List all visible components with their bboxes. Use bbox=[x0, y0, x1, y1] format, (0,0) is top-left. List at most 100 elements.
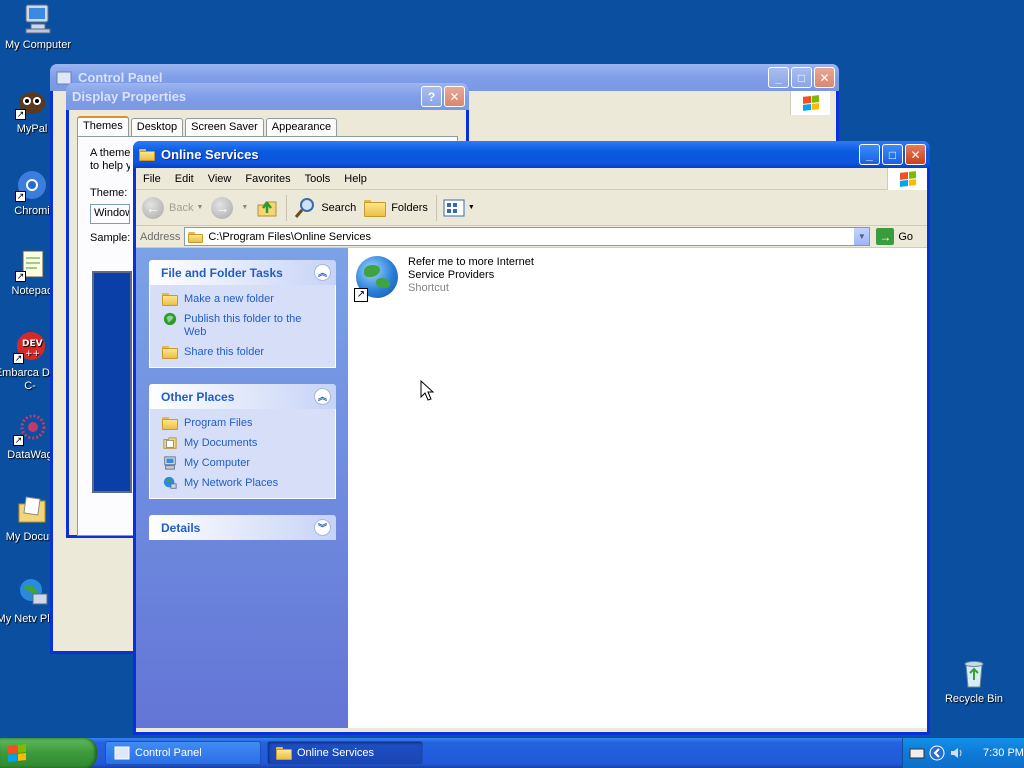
task-share-folder[interactable]: Share this folder bbox=[162, 346, 325, 359]
chevron-down-icon[interactable]: ︾ bbox=[314, 519, 331, 536]
file-folder-tasks-body: Make a new folder Publish this folder to… bbox=[149, 285, 336, 368]
other-places-panel: Other Places ︽ Program Files My Document… bbox=[149, 384, 336, 499]
file-item-isp-shortcut[interactable]: ↗ Refer me to more Internet Service Prov… bbox=[354, 256, 548, 302]
views-button[interactable]: ▼ bbox=[443, 199, 475, 217]
go-label: Go bbox=[898, 230, 913, 243]
taskbar-control-panel[interactable]: Control Panel bbox=[105, 741, 261, 765]
place-program-files[interactable]: Program Files bbox=[162, 417, 325, 430]
file-list-area[interactable]: ↗ Refer me to more Internet Service Prov… bbox=[348, 248, 927, 728]
maximize-button[interactable]: □ bbox=[882, 144, 903, 165]
place-my-network-places[interactable]: My Network Places bbox=[162, 476, 325, 490]
window-title: Display Properties bbox=[72, 89, 187, 104]
menu-favorites[interactable]: Favorites bbox=[238, 173, 297, 185]
back-label: Back bbox=[169, 201, 194, 214]
windows-logo-icon bbox=[8, 744, 26, 762]
menu-help[interactable]: Help bbox=[337, 173, 374, 185]
close-button[interactable]: ✕ bbox=[905, 144, 926, 165]
mouse-cursor-icon bbox=[420, 380, 434, 401]
details-header[interactable]: Details ︾ bbox=[149, 515, 336, 540]
minimize-button[interactable]: _ bbox=[859, 144, 880, 165]
folders-button[interactable]: Folders bbox=[364, 199, 428, 217]
panel-title: Details bbox=[161, 520, 201, 535]
up-folder-button[interactable] bbox=[256, 197, 278, 219]
volume-icon[interactable] bbox=[949, 745, 965, 761]
address-value: C:\Program Files\Online Services bbox=[208, 230, 371, 243]
place-my-computer[interactable]: My Computer bbox=[162, 456, 325, 470]
tab-appearance[interactable]: Appearance bbox=[265, 118, 338, 136]
task-make-new-folder[interactable]: Make a new folder bbox=[162, 293, 325, 306]
go-button[interactable]: → Go bbox=[876, 228, 913, 245]
menu-file[interactable]: File bbox=[136, 173, 168, 185]
chevron-down-icon: ▼ bbox=[467, 204, 475, 211]
file-folder-tasks-header[interactable]: File and Folder Tasks ︽ bbox=[149, 260, 336, 285]
back-arrow-icon: ← bbox=[142, 196, 164, 219]
clock[interactable]: 7:30 PM bbox=[983, 747, 1024, 759]
taskbar: Control Panel Online Services 7:30 PM bbox=[0, 738, 1024, 768]
chromium-icon: ↗ bbox=[15, 168, 49, 202]
computer-icon bbox=[164, 456, 176, 470]
close-button[interactable]: ✕ bbox=[444, 86, 465, 107]
folder-icon bbox=[276, 746, 292, 760]
shortcut-arrow-icon: ↗ bbox=[15, 271, 26, 282]
desktop-icon-my-computer[interactable]: My Computer bbox=[0, 2, 76, 52]
menu-view[interactable]: View bbox=[201, 173, 239, 185]
back-button[interactable]: ← Back ▼ bbox=[142, 196, 203, 219]
maximize-button[interactable]: □ bbox=[791, 67, 812, 88]
place-label: My Documents bbox=[184, 437, 258, 449]
close-button[interactable]: ✕ bbox=[814, 67, 835, 88]
other-places-body: Program Files My Documents My Computer M… bbox=[149, 409, 336, 499]
place-label: Program Files bbox=[184, 417, 253, 429]
internet-globe-icon: ↗ bbox=[354, 256, 398, 302]
new-folder-icon bbox=[162, 292, 178, 306]
minimize-button[interactable]: _ bbox=[768, 67, 789, 88]
place-my-documents[interactable]: My Documents bbox=[162, 437, 325, 450]
task-label: Make a new folder bbox=[184, 293, 274, 305]
show-hidden-icons-chevron[interactable] bbox=[929, 745, 945, 761]
keyboard-icon[interactable] bbox=[909, 745, 925, 761]
folder-icon bbox=[139, 148, 155, 161]
themes-description-2: to help y bbox=[90, 160, 130, 172]
display-properties-title-bar[interactable]: Display Properties ? ✕ bbox=[66, 83, 469, 110]
datawag-icon: ↗ bbox=[13, 412, 47, 446]
menu-tools[interactable]: Tools bbox=[298, 173, 338, 185]
tab-screen-saver[interactable]: Screen Saver bbox=[185, 118, 264, 136]
views-icon bbox=[443, 199, 465, 216]
search-label: Search bbox=[321, 201, 357, 214]
folders-label: Folders bbox=[391, 201, 428, 214]
task-label: Publish this folder to the Web bbox=[184, 313, 302, 338]
computer-icon bbox=[21, 2, 55, 36]
chevron-up-icon[interactable]: ︽ bbox=[314, 264, 331, 281]
file-name: Refer me to more Internet Service Provid… bbox=[408, 256, 534, 281]
other-places-header[interactable]: Other Places ︽ bbox=[149, 384, 336, 409]
desktop-icon-label: Recycle Bin bbox=[944, 693, 1004, 705]
svg-text:DEV: DEV bbox=[22, 339, 43, 349]
tab-themes[interactable]: Themes bbox=[77, 116, 129, 136]
toolbar-separator bbox=[286, 194, 288, 221]
tab-desktop[interactable]: Desktop bbox=[130, 118, 184, 136]
taskbar-online-services[interactable]: Online Services bbox=[267, 741, 423, 765]
online-services-title-bar[interactable]: Online Services _ □ ✕ bbox=[133, 141, 930, 168]
menubar: File Edit View Favorites Tools Help bbox=[136, 168, 927, 190]
address-bar: Address C:\Program Files\Online Services… bbox=[136, 226, 927, 248]
task-publish-folder[interactable]: Publish this folder to the Web bbox=[162, 312, 325, 339]
desktop-icon-recycle-bin[interactable]: Recycle Bin bbox=[936, 656, 1012, 706]
toolbar-separator bbox=[435, 194, 437, 221]
forward-button[interactable]: → ▼ bbox=[211, 196, 248, 219]
address-input[interactable]: C:\Program Files\Online Services ▼ bbox=[184, 227, 871, 246]
address-dropdown-button[interactable]: ▼ bbox=[853, 228, 870, 245]
chevron-up-icon[interactable]: ︽ bbox=[314, 388, 331, 405]
search-button[interactable]: Search bbox=[293, 196, 356, 220]
shortcut-arrow-icon: ↗ bbox=[15, 191, 26, 202]
taskbar-button-label: Control Panel bbox=[135, 747, 202, 759]
help-button[interactable]: ? bbox=[421, 86, 442, 107]
panel-title: Other Places bbox=[161, 389, 235, 404]
shortcut-arrow-icon: ↗ bbox=[354, 288, 368, 302]
theme-select[interactable]: Window bbox=[90, 204, 130, 224]
themes-description: A theme bbox=[90, 147, 130, 159]
menu-edit[interactable]: Edit bbox=[168, 173, 201, 185]
taskbar-button-label: Online Services bbox=[297, 747, 375, 759]
window-title: Online Services bbox=[161, 147, 259, 162]
start-button[interactable] bbox=[0, 738, 97, 768]
tasks-pane: File and Folder Tasks ︽ Make a new folde… bbox=[136, 248, 348, 728]
forward-arrow-icon: → bbox=[211, 196, 234, 219]
